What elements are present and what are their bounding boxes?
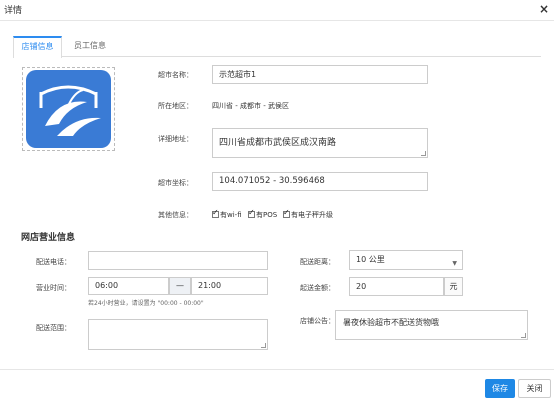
checkbox-wifi[interactable]: 有wi-fi [212,208,242,220]
checkbox-scale-label: 有电子秤升级 [291,211,333,219]
store-detail-dialog: 详情 × 店铺信息 员工信息 超市名称： 示范超市1 所在地区： 四川省 - 成… [0,0,554,403]
save-button[interactable]: 保存 [485,379,515,398]
checkbox-wifi-label: 有wi-fi [220,211,242,219]
coords-label: 超市坐标： [158,179,193,187]
checkbox-checked-icon [283,208,290,218]
checkbox-checked-icon [248,208,255,218]
min-order-unit: 元 [444,277,463,296]
store-logo-icon [26,70,111,148]
delivery-area-label: 配送范围： [36,324,71,332]
checkbox-pos-label: 有POS [256,211,278,219]
min-order-label: 起送金额： [300,284,335,292]
checkbox-scale[interactable]: 有电子秤升级 [283,208,333,220]
close-icon[interactable]: × [539,1,549,17]
region-value: 四川省 - 成都市 - 武侯区 [212,102,289,110]
hours-end-input[interactable]: 21:00 [191,277,268,295]
checkbox-checked-icon [212,208,219,218]
other-info-label: 其他信息： [158,211,193,219]
resize-handle-icon[interactable] [261,343,266,348]
phone-input[interactable] [88,251,268,270]
footer-divider [0,369,554,370]
checkbox-pos[interactable]: 有POS [248,208,278,220]
delivery-range-select[interactable]: 10 公里 ▼ [349,250,463,270]
resize-handle-icon[interactable] [421,151,426,156]
tab-staff-info[interactable]: 员工信息 [65,36,115,57]
resize-handle-icon[interactable] [521,333,526,338]
notice-textarea[interactable]: 暑夜休验超市不配送货物哦 [335,310,528,340]
store-logo-upload[interactable] [22,67,115,151]
delivery-range-label: 配送距离： [300,258,335,266]
notice-label: 店铺公告： [300,317,335,325]
delivery-range-value: 10 公里 [356,255,385,264]
close-button[interactable]: 关闭 [518,379,551,398]
dialog-titlebar: 详情 × [0,0,554,21]
region-label: 所在地区： [158,102,193,110]
store-name-label: 超市名称： [158,71,193,79]
hours-separator: — [169,277,191,295]
address-label: 详细地址： [158,135,193,143]
business-section-title: 网店营业信息 [21,233,76,243]
delivery-area-textarea[interactable] [88,319,268,350]
hours-label: 营业时间： [36,284,71,292]
tab-bar: 店铺信息 员工信息 [13,36,541,58]
tab-store-info[interactable]: 店铺信息 [13,36,62,58]
hours-hint: 若24小时营业，请设置为 "00:00 - 00:00" [88,300,204,307]
dialog-title: 详情 [4,6,23,16]
store-name-input[interactable]: 示范超市1 [212,65,428,84]
min-order-input[interactable]: 20 [349,277,444,296]
address-textarea[interactable]: 四川省成都市武侯区成汉南路 [212,128,428,158]
phone-label: 配送电话： [36,258,71,266]
chevron-down-icon: ▼ [452,260,457,267]
hours-start-input[interactable]: 06:00 [88,277,169,295]
coords-input[interactable]: 104.071052 - 30.596468 [212,172,428,191]
